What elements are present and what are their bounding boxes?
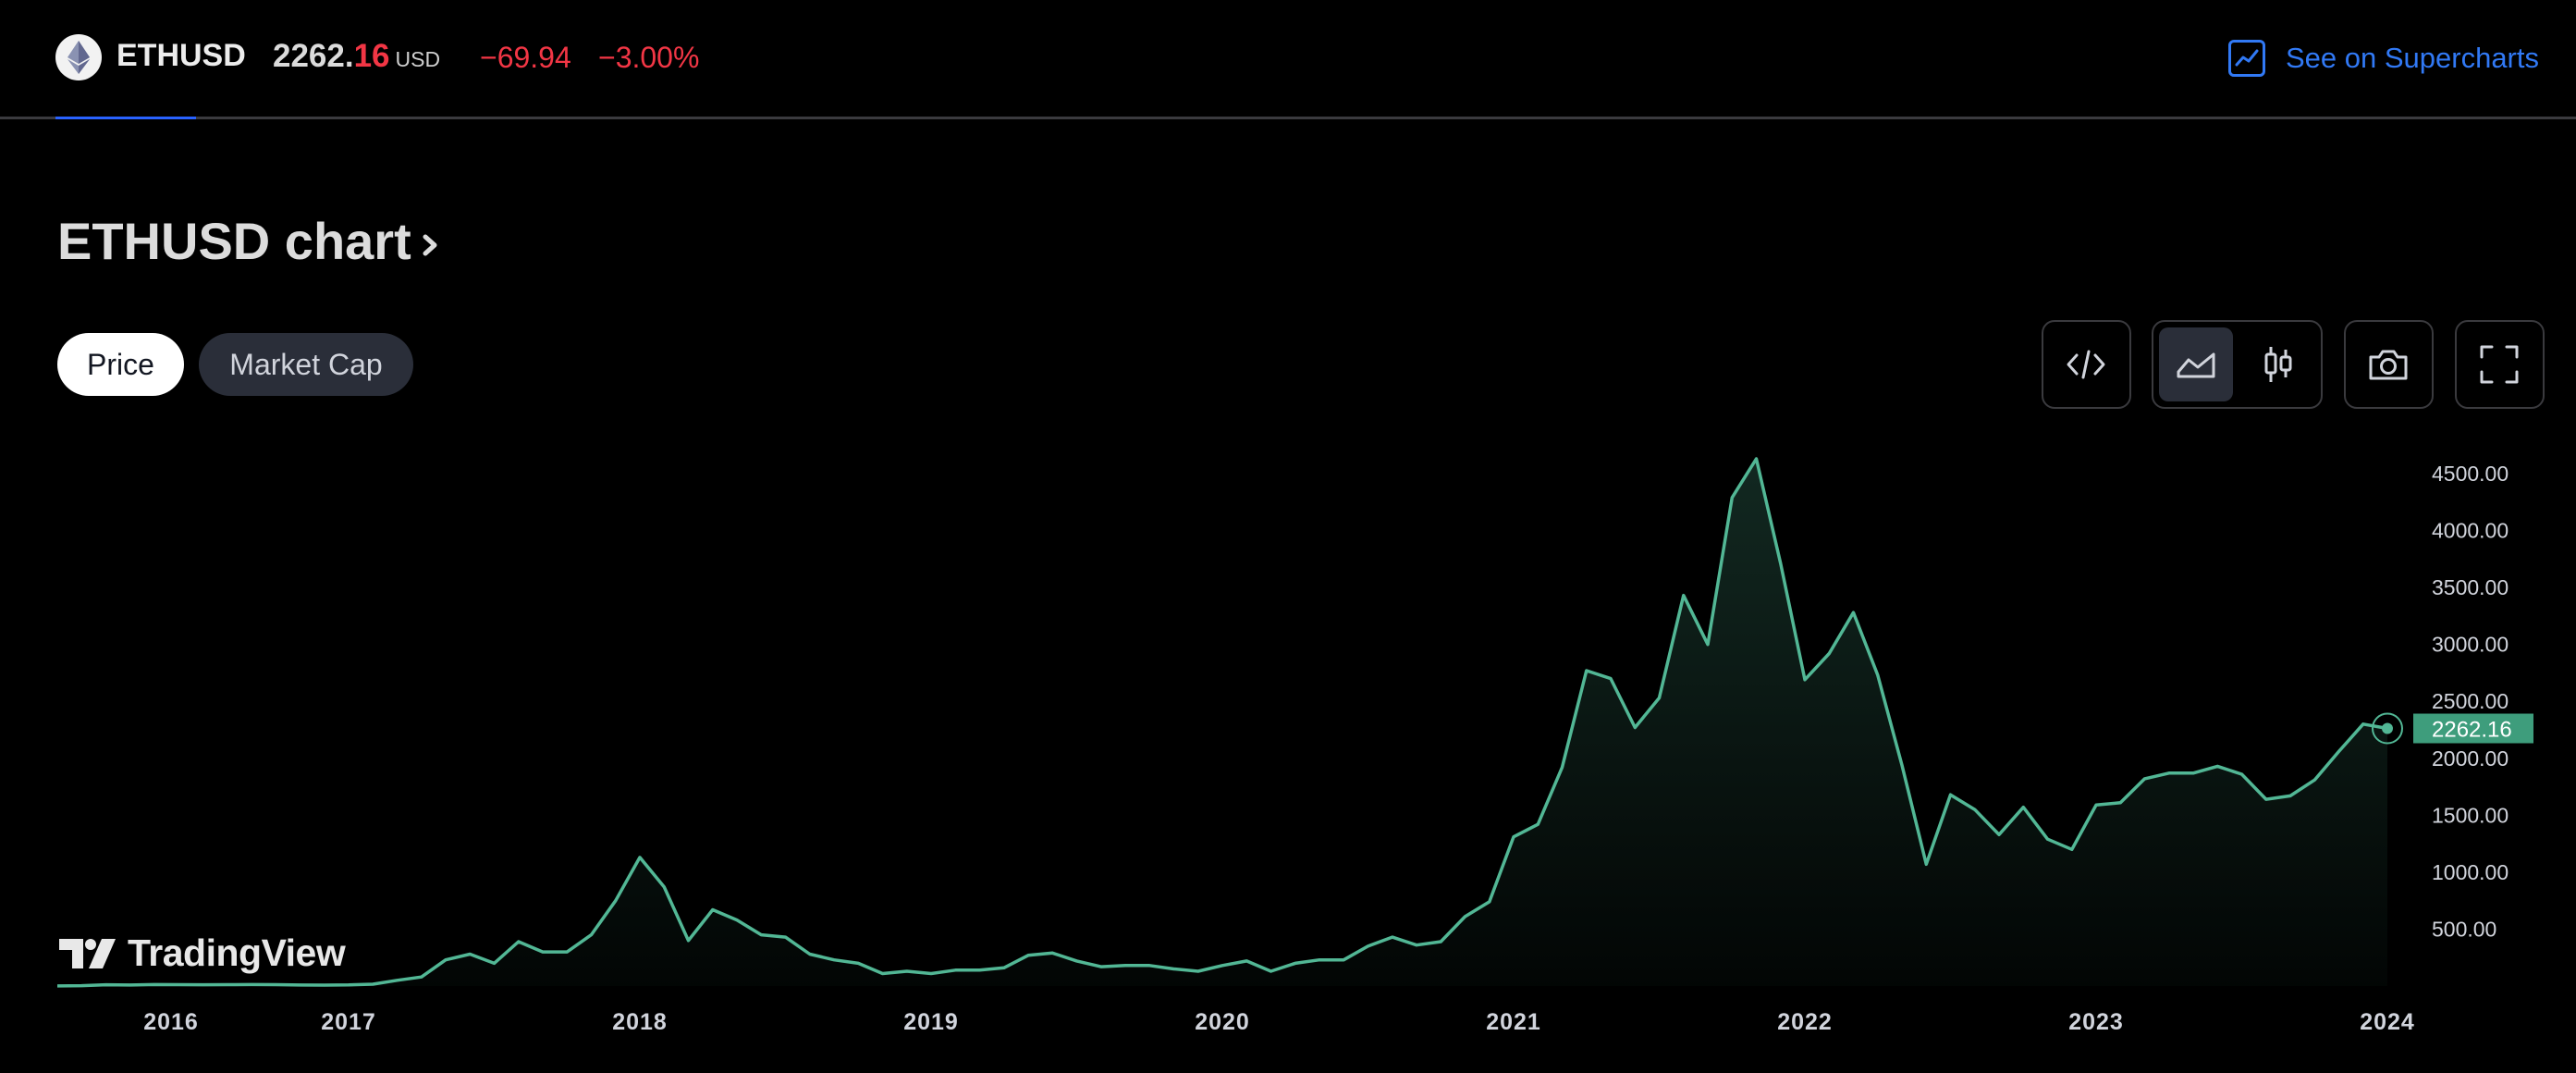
price-currency: USD	[395, 47, 441, 71]
price-decimals: 16	[353, 38, 390, 74]
tab-price[interactable]: Price	[57, 333, 184, 396]
snapshot-button[interactable]	[2344, 320, 2434, 409]
y-tick-label: 500.00	[2432, 917, 2496, 941]
current-price: 2262. 16 USD	[273, 38, 440, 75]
symbol-name: ETHUSD	[117, 38, 246, 73]
ethereum-icon	[55, 34, 102, 80]
supercharts-label: See on Supercharts	[2285, 42, 2539, 74]
chart-title-link[interactable]: ETHUSD chart	[57, 211, 441, 271]
y-tick-label: 4000.00	[2432, 519, 2509, 543]
chart-title: ETHUSD chart	[57, 212, 411, 270]
y-tick-label: 3500.00	[2432, 575, 2509, 599]
price-change-percent: −3.00%	[598, 41, 700, 74]
price-axis: 500.00 1000.00 1500.00 2000.00 2500.00 3000.0…	[2413, 462, 2533, 941]
x-tick-label: 2020	[1195, 1009, 1250, 1035]
y-tick-label: 1000.00	[2432, 860, 2509, 884]
symbol-header-bar: ETHUSD 2262. 16 USD −69.94 −3.00% See on S…	[0, 0, 2576, 119]
tradingview-wordmark: TradingView	[128, 931, 346, 974]
price-change: −69.94	[480, 41, 571, 74]
camera-icon[interactable]	[2351, 327, 2425, 401]
x-tick-label: 2019	[903, 1009, 959, 1035]
see-on-supercharts-link[interactable]: See on Supercharts	[2227, 35, 2539, 81]
y-tick-label: 2500.00	[2432, 689, 2509, 713]
y-tick-label: 2000.00	[2432, 746, 2509, 771]
x-tick-label: 2017	[321, 1009, 376, 1035]
code-icon[interactable]	[2049, 327, 2123, 401]
y-tick-label: 1500.00	[2432, 803, 2509, 827]
x-tick-label: 2022	[1777, 1009, 1833, 1035]
time-axis: 2016 2017 2018 2019 2020 2021 2022 2023 2024	[143, 1009, 2415, 1035]
tradingview-icon	[59, 938, 116, 968]
x-tick-label: 2021	[1486, 1009, 1541, 1035]
fullscreen-icon[interactable]	[2462, 327, 2536, 401]
last-price-label: 2262.16	[2432, 718, 2512, 743]
x-tick-label: 2023	[2068, 1009, 2124, 1035]
price-integer: 2262.	[273, 38, 354, 74]
chart-style-toggle	[2152, 320, 2323, 409]
chevron-right-icon	[423, 234, 437, 255]
y-tick-label: 4500.00	[2432, 462, 2509, 486]
price-area-fill	[57, 459, 2387, 986]
x-tick-label: 2016	[143, 1009, 199, 1035]
candlestick-icon[interactable]	[2241, 327, 2315, 401]
y-tick-label: 3000.00	[2432, 633, 2509, 657]
x-tick-label: 2024	[2360, 1009, 2415, 1035]
last-price-dot	[2382, 722, 2393, 734]
price-chart[interactable]: 500.00 1000.00 1500.00 2000.00 2500.00 3000.0…	[0, 426, 2576, 1073]
tab-market-cap[interactable]: Market Cap	[199, 333, 413, 396]
area-chart-icon[interactable]	[2159, 327, 2233, 401]
tradingview-logo[interactable]: TradingView	[59, 931, 346, 975]
chart-line-icon	[2227, 40, 2265, 77]
fullscreen-button[interactable]	[2455, 320, 2545, 409]
x-tick-label: 2018	[612, 1009, 668, 1035]
embed-button[interactable]	[2042, 320, 2131, 409]
active-tab-indicator	[55, 117, 196, 119]
